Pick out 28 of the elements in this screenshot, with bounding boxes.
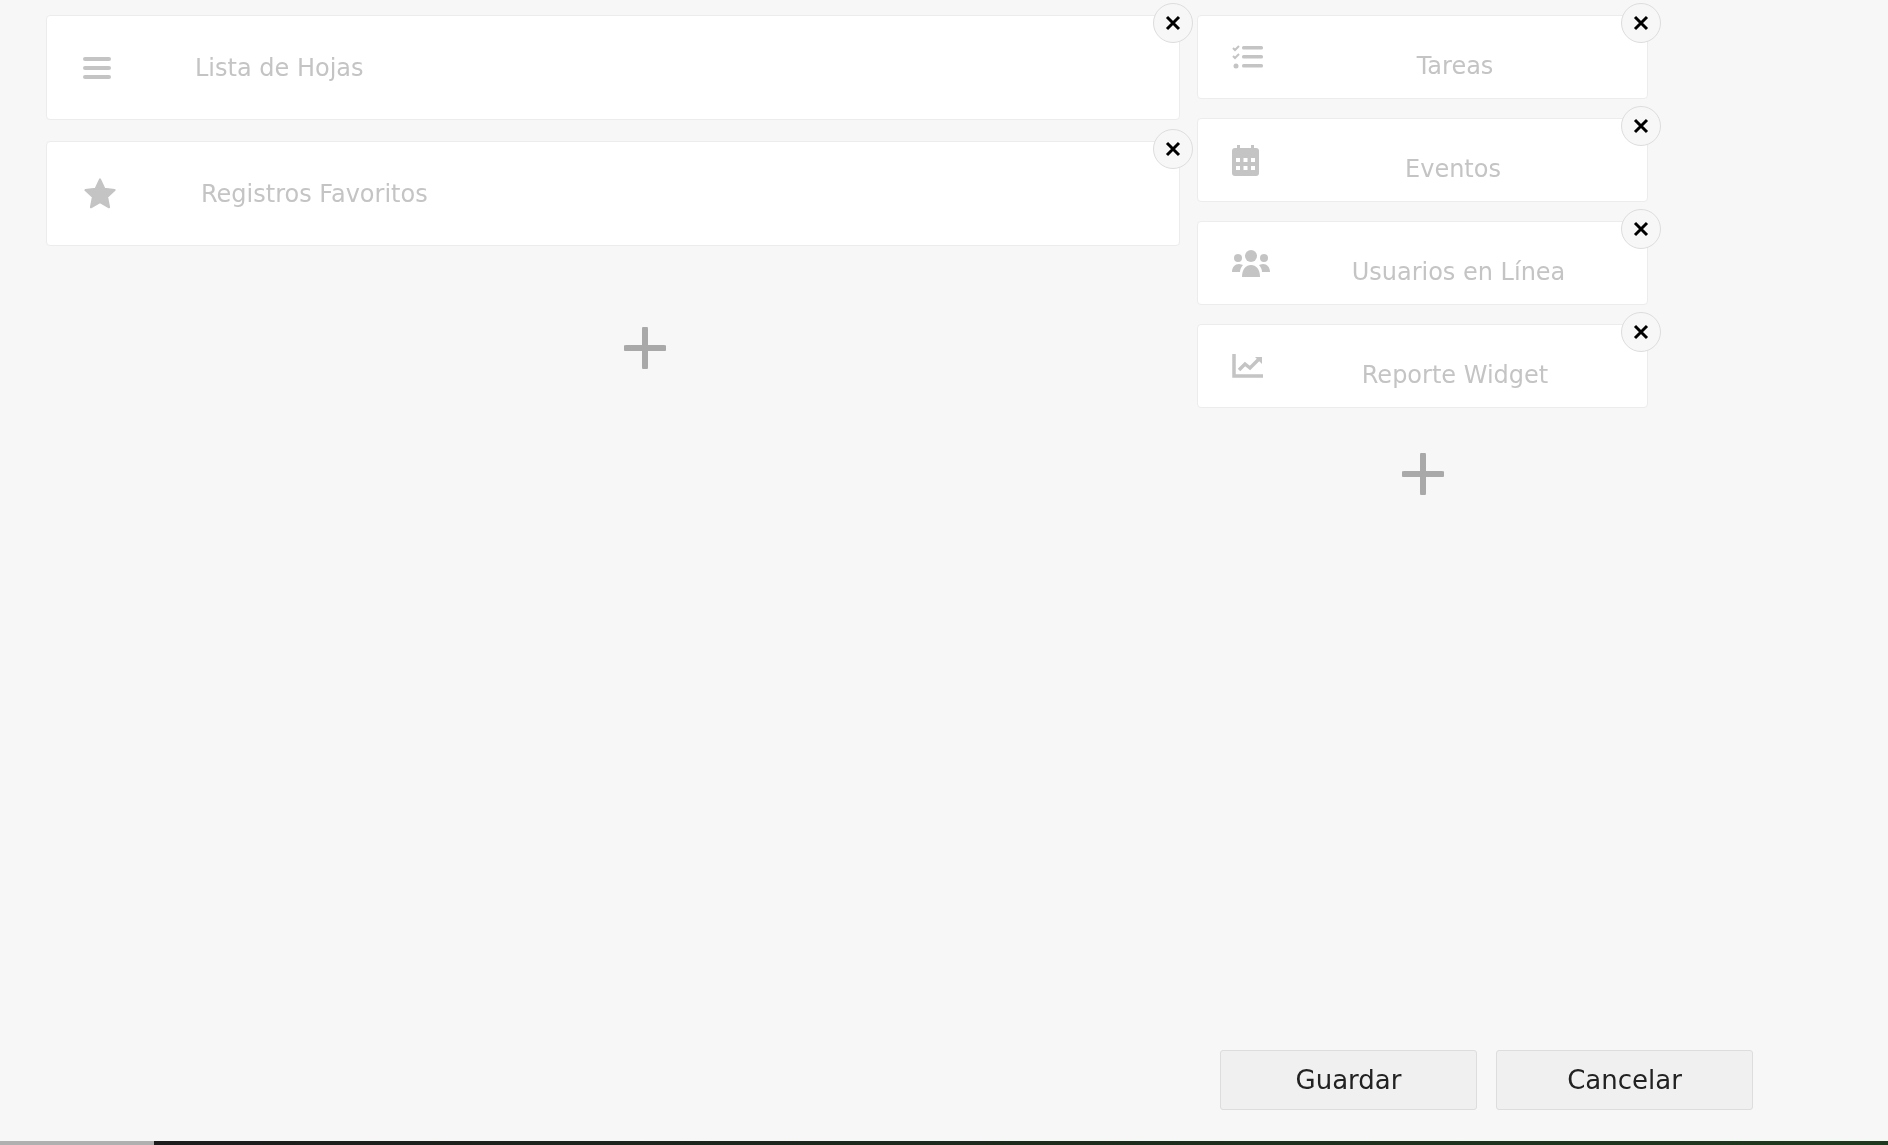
close-button[interactable]	[1621, 3, 1661, 43]
plus-icon	[624, 327, 666, 369]
checklist-icon	[1232, 44, 1263, 70]
close-button[interactable]	[1153, 3, 1193, 43]
widget-title: Lista de Hojas	[195, 53, 364, 82]
save-button[interactable]: Guardar	[1220, 1050, 1477, 1110]
users-icon	[1232, 249, 1270, 277]
line-chart-icon	[1232, 354, 1263, 378]
close-button[interactable]	[1621, 312, 1661, 352]
close-icon	[1165, 15, 1181, 31]
close-icon	[1633, 324, 1649, 340]
close-icon	[1633, 221, 1649, 237]
menu-icon	[83, 55, 111, 80]
star-icon	[83, 177, 117, 210]
plus-icon	[1401, 453, 1444, 495]
calendar-icon	[1232, 144, 1259, 176]
widget-title: Eventos	[1404, 154, 1502, 183]
widget-title: Usuarios en Línea	[1350, 257, 1567, 286]
widget-title: Registros Favoritos	[201, 179, 428, 208]
close-icon	[1633, 118, 1649, 134]
widget-title: Tareas	[1415, 51, 1495, 80]
cancel-button[interactable]: Cancelar	[1496, 1050, 1753, 1110]
close-icon	[1165, 141, 1181, 157]
close-button[interactable]	[1621, 209, 1661, 249]
close-icon	[1633, 15, 1649, 31]
close-button[interactable]	[1621, 106, 1661, 146]
close-button[interactable]	[1153, 129, 1193, 169]
widget-title: Reporte Widget	[1360, 360, 1550, 389]
